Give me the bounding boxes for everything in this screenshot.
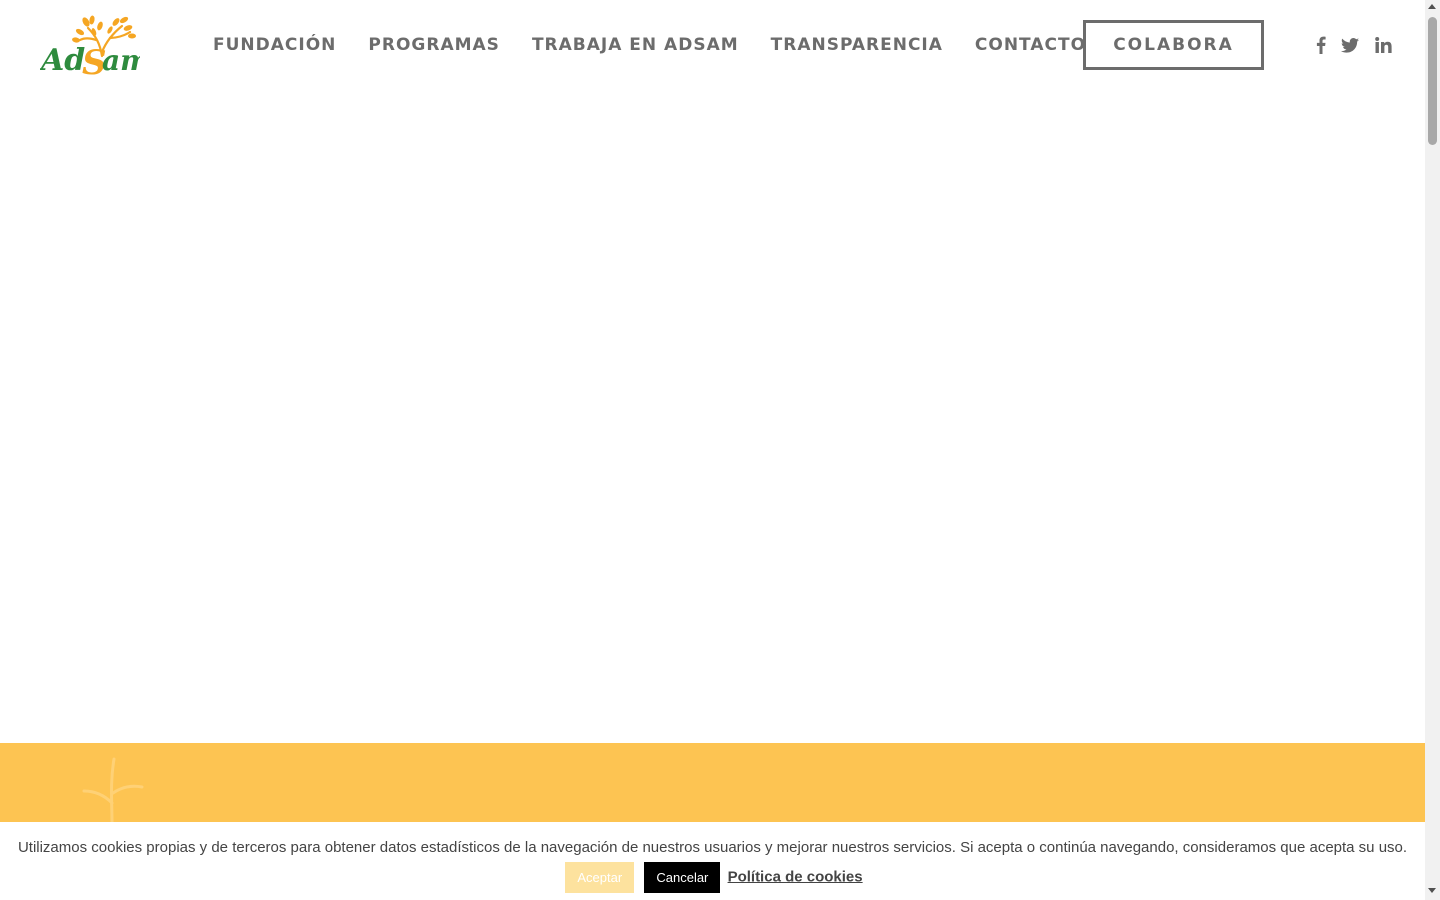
page: Ad S am FUNDACIÓN PROGRAMAS TRABAJA EN A… <box>0 0 1440 900</box>
scrollbar-thumb[interactable] <box>1428 17 1437 145</box>
scroll-up-arrow-icon[interactable] <box>1428 4 1436 9</box>
cookie-message: Utilizamos cookies propias y de terceros… <box>17 839 1408 856</box>
nav-item-transparencia[interactable]: TRANSPARENCIA <box>755 35 959 55</box>
scroll-down-arrow-icon[interactable] <box>1428 888 1436 893</box>
vertical-scrollbar[interactable] <box>1425 0 1440 900</box>
logo[interactable]: Ad S am <box>40 12 140 78</box>
cancel-cookies-button[interactable]: Cancelar <box>644 862 721 893</box>
main-nav: FUNDACIÓN PROGRAMAS TRABAJA EN ADSAM TRA… <box>197 0 1102 90</box>
twitter-icon[interactable] <box>1340 33 1360 57</box>
nav-item-contacto[interactable]: CONTACTO <box>959 35 1102 55</box>
colabora-button[interactable]: COLABORA <box>1083 20 1264 70</box>
svg-text:Ad: Ad <box>40 43 85 78</box>
nav-item-trabaja-en-adsam[interactable]: TRABAJA EN ADSAM <box>516 35 755 55</box>
nav-item-fundacion[interactable]: FUNDACIÓN <box>197 35 352 55</box>
accept-cookies-button[interactable]: Aceptar <box>565 862 635 893</box>
tree-decoration-icon <box>82 757 144 823</box>
page-content: Ad S am FUNDACIÓN PROGRAMAS TRABAJA EN A… <box>0 0 1425 900</box>
cookie-policy-link[interactable]: Política de cookies <box>728 868 863 885</box>
linkedin-icon[interactable] <box>1373 33 1393 57</box>
svg-text:am: am <box>102 44 140 77</box>
cookie-banner: Utilizamos cookies propias y de terceros… <box>0 822 1425 900</box>
nav-item-programas[interactable]: PROGRAMAS <box>352 35 516 55</box>
site-header: Ad S am FUNDACIÓN PROGRAMAS TRABAJA EN A… <box>0 0 1425 90</box>
facebook-icon[interactable] <box>1313 33 1329 57</box>
